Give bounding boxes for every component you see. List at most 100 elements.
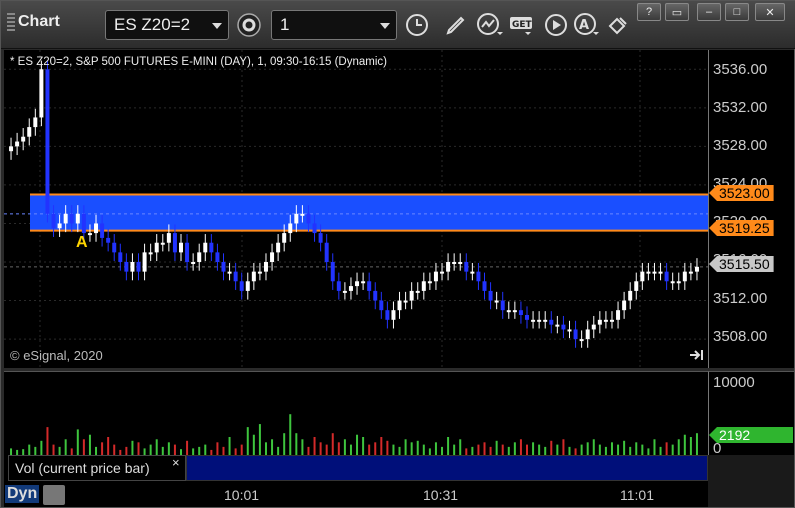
interval-selector[interactable]: 1 — [271, 10, 397, 40]
symbol-value: ES Z20=2 — [114, 15, 191, 34]
get-icon[interactable]: GET — [508, 10, 538, 40]
candle-body — [27, 127, 32, 137]
lock-icon[interactable] — [43, 485, 65, 505]
close-button[interactable]: ✕ — [755, 3, 785, 21]
study-icon[interactable] — [475, 10, 505, 40]
volume-bar — [88, 434, 91, 456]
clock-icon[interactable] — [402, 10, 432, 40]
volume-bar — [550, 440, 553, 456]
volume-bar — [295, 433, 298, 456]
link-icon[interactable] — [604, 10, 634, 40]
candle-body — [397, 300, 402, 311]
volume-bar — [40, 440, 43, 456]
candle-body — [591, 324, 596, 330]
settings-icon[interactable] — [234, 10, 264, 40]
candle-body — [494, 300, 499, 303]
pencil-icon[interactable] — [441, 10, 471, 40]
close-icon[interactable]: × — [172, 455, 180, 470]
candle-body — [609, 319, 614, 322]
volume-bar — [610, 442, 613, 456]
volume-plot[interactable] — [4, 371, 708, 456]
volume-bar — [532, 442, 535, 456]
candle-body — [440, 271, 445, 274]
volume-bar — [313, 437, 316, 456]
price-tick: 3528.00 — [713, 137, 768, 154]
candle-body — [694, 266, 699, 272]
interval-value: 1 — [280, 15, 290, 34]
volume-bar — [289, 414, 292, 456]
scroll-to-end-icon[interactable] — [688, 348, 704, 367]
volume-bar — [137, 442, 140, 456]
candle-body — [409, 290, 414, 301]
candle-body — [682, 271, 687, 282]
volume-bar — [356, 434, 359, 456]
candle-body — [616, 310, 621, 320]
price-tick: 3536.00 — [713, 61, 768, 78]
volume-tick: 10000 — [713, 374, 755, 391]
candle-body — [597, 319, 602, 325]
candle-body — [148, 252, 153, 255]
volume-bar — [380, 437, 383, 456]
volume-bar — [228, 437, 231, 456]
candle-body — [531, 319, 536, 322]
window-title[interactable]: Chart — [7, 13, 60, 31]
candle-body — [172, 233, 177, 253]
volume-bar — [459, 439, 462, 456]
volume-bar — [374, 442, 377, 456]
candle-body — [506, 310, 511, 313]
candle-body — [154, 242, 159, 253]
volume-bar — [410, 442, 413, 456]
candle-body — [567, 329, 572, 332]
volume-bar — [264, 442, 267, 456]
window-title-text: Chart — [18, 13, 60, 30]
price-axis[interactable]: 3536.00 3532.00 3528.00 3524.00 3520.00 … — [708, 50, 794, 368]
volume-study-label[interactable]: Vol (current price bar) — [8, 455, 186, 481]
copyright-text: © eSignal, 2020 — [10, 348, 103, 363]
last-price-flag: 3515.50 — [709, 256, 774, 272]
candle-body — [537, 319, 542, 322]
candle-body — [221, 262, 226, 272]
volume-scroll-strip[interactable] — [186, 455, 708, 481]
volume-bar — [447, 437, 450, 456]
symbol-selector[interactable]: ES Z20=2 — [105, 10, 229, 40]
chevron-down-icon — [212, 23, 222, 29]
dynamic-mode-label[interactable]: Dyn — [5, 485, 40, 503]
candle-body — [500, 300, 505, 311]
volume-bar — [513, 442, 516, 456]
play-icon[interactable] — [541, 10, 571, 40]
candle-body — [342, 290, 347, 293]
candle-body — [628, 290, 633, 301]
volume-bar — [131, 440, 134, 456]
grip-icon[interactable] — [7, 13, 15, 31]
candle-body — [361, 281, 366, 284]
volume-bar — [155, 439, 158, 456]
candle-body — [9, 146, 14, 152]
candle-body — [245, 281, 250, 291]
candle-body — [100, 223, 105, 238]
candle-body — [197, 252, 202, 262]
candle-body — [518, 310, 523, 315]
alert-icon[interactable]: A — [572, 10, 602, 40]
help-button[interactable]: ? — [637, 3, 661, 21]
volume-current-flag: 2192 — [709, 427, 793, 443]
volume-axis[interactable]: 10000 0 2192 — [708, 371, 794, 457]
time-tick: 11:01 — [620, 487, 654, 503]
maximize-button[interactable]: □ — [725, 3, 749, 21]
volume-bar — [252, 434, 255, 456]
price-plot[interactable]: * ES Z20=2, S&P 500 FUTURES E-MINI (DAY)… — [4, 50, 708, 368]
candle-body — [367, 281, 372, 291]
candle-body — [263, 262, 268, 272]
candle-body — [427, 281, 432, 284]
candle-body — [270, 252, 275, 262]
volume-bar — [271, 439, 274, 456]
minimize-button[interactable]: – — [697, 3, 721, 21]
candle-body — [470, 271, 475, 274]
candle-body — [203, 242, 208, 253]
candle-body — [512, 310, 517, 313]
restore-button[interactable]: ▭ — [665, 3, 689, 21]
candle-body — [51, 213, 56, 229]
candle-body — [670, 281, 675, 284]
time-axis[interactable]: 10:01 10:31 11:01 — [4, 481, 708, 507]
candle-body — [585, 329, 590, 340]
candle-body — [464, 262, 469, 272]
